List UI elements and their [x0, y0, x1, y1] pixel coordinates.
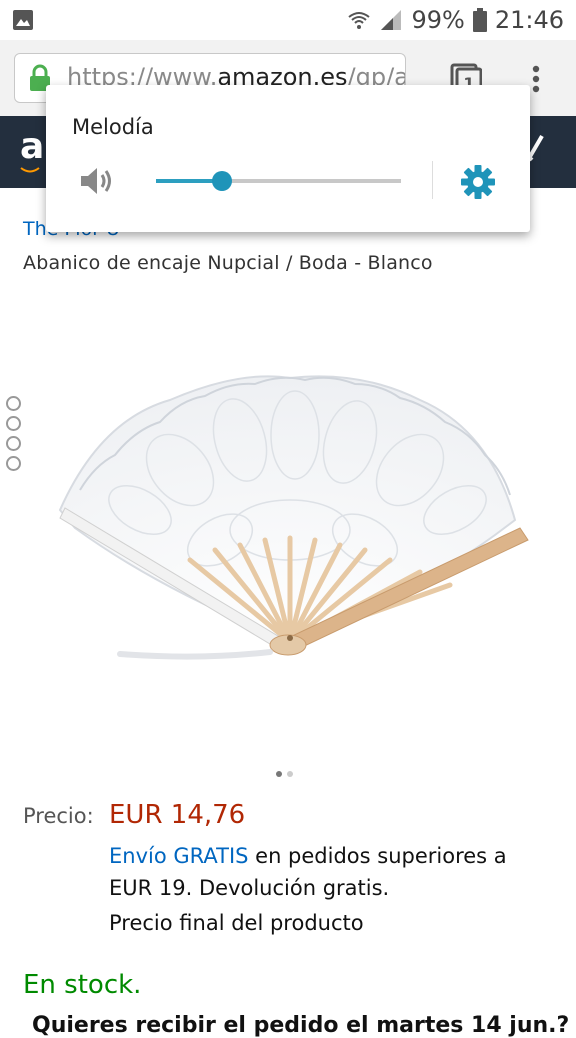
wifi-icon	[348, 12, 371, 29]
amazon-logo[interactable]: a	[20, 126, 44, 173]
volume-popup: Melodía	[46, 85, 530, 232]
pager-dot-active[interactable]	[276, 771, 282, 777]
price-label: Precio:	[23, 804, 94, 828]
product-image[interactable]	[40, 360, 540, 680]
volume-divider	[432, 161, 433, 199]
clock: 21:46	[494, 6, 564, 34]
free-shipping-link[interactable]: Envío GRATIS	[109, 844, 248, 868]
amazon-smile-icon	[20, 167, 40, 173]
final-price-note: Precio final del producto	[109, 911, 364, 935]
side-handle-dot	[6, 416, 21, 431]
signal-icon	[381, 10, 402, 30]
gallery-notification-icon	[13, 10, 33, 30]
side-handle[interactable]	[6, 396, 22, 476]
pager-dot[interactable]	[287, 771, 293, 777]
side-handle-dot	[6, 396, 21, 411]
product-title: Abanico de encaje Nupcial / Boda - Blanc…	[23, 252, 433, 274]
volume-slider[interactable]	[156, 171, 401, 191]
battery-percent: 99%	[411, 6, 465, 34]
shipping-info: Envío GRATIS en pedidos superiores a EUR…	[109, 840, 549, 904]
image-pager	[276, 771, 293, 777]
status-bar: 99% 21:46	[0, 0, 576, 40]
volume-slider-thumb[interactable]	[212, 171, 233, 191]
price-value: EUR 14,76	[109, 800, 246, 830]
battery-icon	[472, 8, 487, 32]
delivery-question: Quieres recibir el pedido el martes 14 j…	[32, 1013, 570, 1038]
volume-stream-title: Melodía	[72, 115, 154, 139]
stock-status: En stock.	[23, 970, 142, 1000]
side-handle-dot	[6, 436, 21, 451]
speaker-icon[interactable]	[78, 163, 114, 199]
side-handle-dot	[6, 456, 21, 471]
gear-icon[interactable]	[460, 164, 496, 200]
